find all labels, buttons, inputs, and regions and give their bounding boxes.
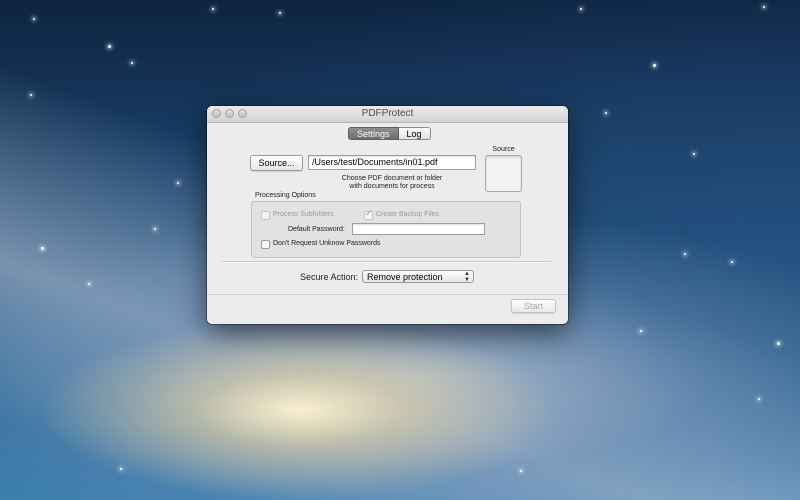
tab-settings[interactable]: Settings bbox=[348, 127, 399, 140]
default-password-field[interactable] bbox=[352, 223, 485, 235]
title-bar[interactable]: PDFProtect bbox=[207, 106, 568, 123]
default-password-label: Default Password: bbox=[288, 226, 345, 233]
secure-action-popup[interactable]: Remove protection ▲ ▼ bbox=[362, 270, 474, 283]
processing-options-label: Processing Options bbox=[255, 192, 316, 199]
create-backup-label: Create Backup Files bbox=[376, 211, 440, 218]
pdfprotect-window: PDFProtect Settings Log Source... /Users… bbox=[207, 106, 568, 324]
tab-log[interactable]: Log bbox=[398, 127, 431, 140]
process-subfolders-label: Process Subfolders bbox=[273, 211, 334, 218]
dont-request-passwords-checkbox[interactable] bbox=[261, 240, 270, 249]
source-drop-well[interactable] bbox=[485, 155, 522, 192]
source-path-field[interactable]: /Users/test/Documents/in01.pdf bbox=[308, 155, 476, 170]
separator bbox=[222, 261, 551, 263]
process-subfolders-checkbox[interactable] bbox=[261, 211, 270, 220]
source-hint-line1: Choose PDF document or folder bbox=[341, 175, 443, 182]
tab-bar: Settings Log bbox=[348, 127, 431, 140]
secure-action-label: Secure Action: bbox=[300, 272, 359, 282]
source-button[interactable]: Source... bbox=[250, 155, 303, 171]
processing-options-group: Process Subfolders ✓ Create Backup Files… bbox=[251, 201, 521, 258]
window-title: PDFProtect bbox=[361, 108, 414, 119]
updown-arrows-icon: ▲ ▼ bbox=[464, 271, 470, 283]
source-hint-line2: with documents for process bbox=[349, 183, 435, 190]
checkmark-icon: ✓ bbox=[365, 208, 373, 218]
start-button[interactable]: Start bbox=[511, 299, 556, 313]
create-backup-checkbox[interactable]: ✓ bbox=[364, 208, 373, 220]
secure-action-value: Remove protection bbox=[367, 272, 443, 282]
source-well-label: Source bbox=[492, 146, 515, 153]
dont-request-passwords-label: Don't Request Unknow Passwords bbox=[273, 240, 381, 247]
footer-divider bbox=[207, 294, 568, 295]
